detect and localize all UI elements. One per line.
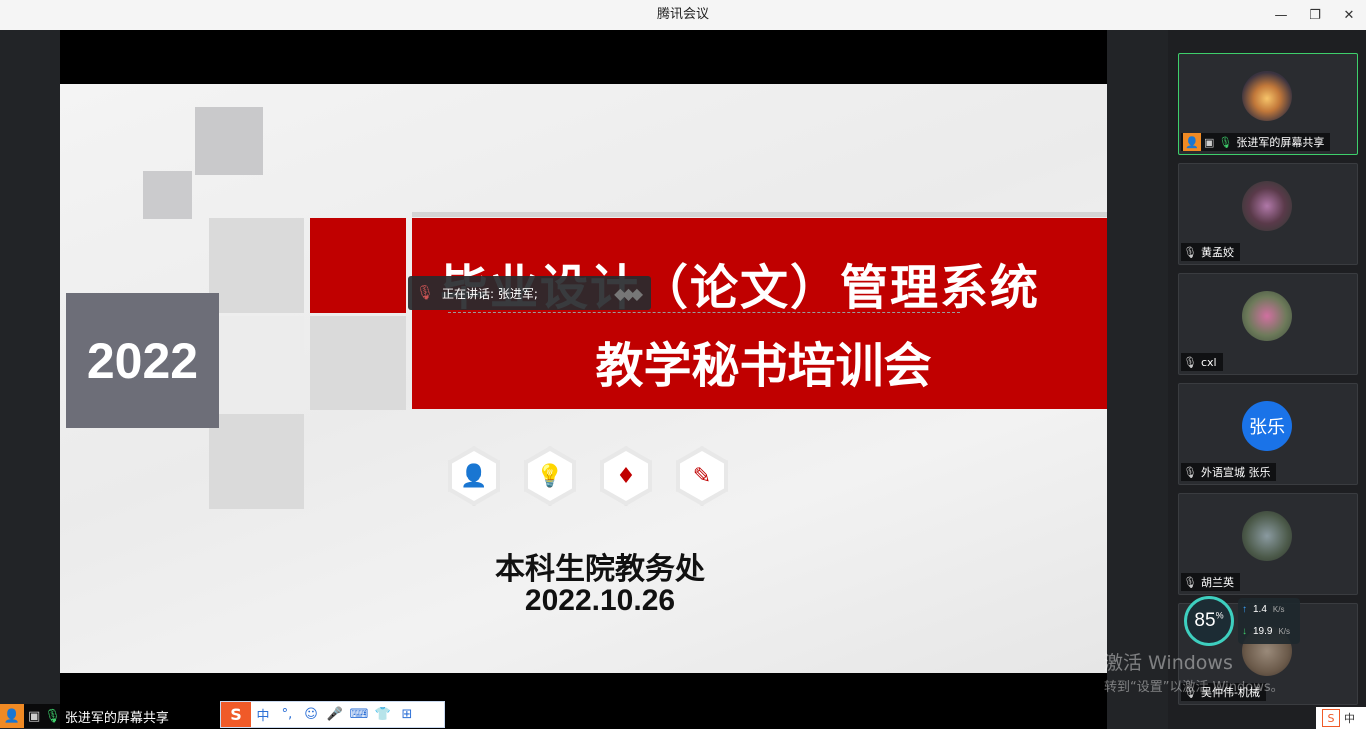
- participant-label: 🎙 外语宣城 张乐: [1181, 463, 1277, 481]
- host-icon: 👤: [0, 704, 24, 728]
- ime-keyboard-icon[interactable]: ⌨: [347, 707, 371, 722]
- participant-label: 🎙 cxl: [1181, 353, 1223, 371]
- participant-tile[interactable]: 🎙 cxl: [1178, 273, 1358, 375]
- mic-muted-icon: 🎙: [416, 285, 434, 301]
- avatar: 张乐: [1242, 401, 1292, 451]
- participant-name: 黄孟姣: [1200, 246, 1234, 259]
- decor-square: [209, 218, 304, 313]
- window-controls: — ❐ ✕: [1264, 0, 1366, 30]
- mic-icon: 🎙: [44, 708, 61, 724]
- ime-tray-logo-icon[interactable]: S: [1322, 709, 1340, 727]
- ime-punctuation[interactable]: °,: [275, 707, 299, 722]
- decor-square: [209, 316, 304, 410]
- ime-tray-mode[interactable]: 中: [1344, 710, 1355, 726]
- ime-tray[interactable]: S 中: [1316, 707, 1366, 729]
- title-band: 毕业设计（论文）管理系统 教学秘书培训会: [412, 212, 1107, 409]
- activation-watermark-title: 激活 Windows: [1104, 652, 1233, 674]
- mic-muted-icon: 🎙: [1183, 355, 1197, 369]
- mic-muted-icon: 🎙: [1183, 245, 1197, 259]
- participant-tile[interactable]: 👤 ▣ 🎙 张进军的屏幕共享: [1178, 53, 1358, 155]
- download-speed: 19.9: [1253, 625, 1273, 637]
- screen-share-icon: ▣: [28, 708, 41, 724]
- mic-icon: 🎙: [1218, 135, 1233, 149]
- slide-year: 2022: [86, 332, 199, 389]
- mic-muted-icon: 🎙: [1183, 575, 1197, 589]
- speaker-wave-icon: ◆◆◆: [614, 283, 643, 303]
- avatar: [1242, 511, 1292, 561]
- ime-toolbox-icon[interactable]: ⊞: [395, 707, 419, 722]
- avatar: [1242, 71, 1292, 121]
- participant-name: 外语宣城 张乐: [1200, 466, 1271, 479]
- minimize-button[interactable]: —: [1264, 0, 1298, 30]
- ime-emoji-icon[interactable]: ☺: [299, 707, 323, 722]
- slide-date: 2022.10.26: [524, 584, 676, 617]
- restore-button[interactable]: ❐: [1298, 0, 1332, 30]
- participant-label: 👤 ▣ 🎙 张进军的屏幕共享: [1181, 133, 1331, 151]
- ime-logo-icon[interactable]: S: [221, 702, 251, 727]
- participant-name: 张进军的屏幕共享: [1236, 136, 1325, 149]
- avatar-initials: 张乐: [1249, 417, 1285, 438]
- ime-skin-icon[interactable]: 👕: [371, 707, 395, 722]
- lightbulb-icon: 💡: [524, 446, 576, 506]
- year-box: 2022: [66, 293, 219, 428]
- decor-square: [209, 414, 304, 509]
- upload-speed: 1.4: [1253, 603, 1267, 615]
- participant-label: 🎙 胡兰英: [1181, 573, 1240, 591]
- participant-name: cxl: [1200, 355, 1217, 369]
- mic-muted-icon: 🎙: [1183, 465, 1197, 479]
- network-widget[interactable]: 85% ↑ 1.4 K/s ↓ 19.9 K/s: [1184, 596, 1304, 648]
- avatar: [1242, 291, 1292, 341]
- participant-tile[interactable]: 张乐 🎙 外语宣城 张乐: [1178, 383, 1358, 485]
- pen-icon: ✎: [676, 446, 728, 506]
- divider: [448, 312, 960, 313]
- avatar: [1242, 181, 1292, 231]
- decor-square: [195, 107, 263, 175]
- decor-square: [310, 316, 406, 410]
- share-source-name: 张进军的屏幕共享: [64, 710, 169, 726]
- participant-name: 胡兰英: [1200, 576, 1234, 589]
- screen-share-icon: ▣: [1204, 135, 1215, 149]
- ime-chinese-mode[interactable]: 中: [251, 705, 275, 724]
- participant-tile[interactable]: 🎙 黄孟姣: [1178, 163, 1358, 265]
- title-bar: 腾讯会议 — ❐ ✕: [0, 0, 1366, 30]
- slide-department: 本科生院教务处: [495, 552, 705, 587]
- download-arrow-icon: ↓: [1242, 625, 1247, 637]
- person-icon: 👤: [448, 446, 500, 506]
- decor-square-red: [310, 218, 406, 313]
- share-source-label: 👤 ▣ 🎙 张进军的屏幕共享: [0, 704, 179, 728]
- slide-icons: 👤 💡 ♦ ✎: [448, 446, 728, 506]
- shared-slide: 2022 毕业设计（论文）管理系统 教学秘书培训会 👤 💡 ♦ ✎ 本科生院教务…: [60, 84, 1107, 673]
- tie-icon: ♦: [600, 446, 652, 506]
- upload-arrow-icon: ↑: [1242, 603, 1247, 615]
- participant-tile[interactable]: 🎙 胡兰英: [1178, 493, 1358, 595]
- participant-label: 🎙 黄孟姣: [1181, 243, 1240, 261]
- activation-watermark-text: 转到“设置”以激活 Windows。: [1104, 680, 1284, 695]
- speaking-indicator: 🎙 正在讲话: 张进军; ◆◆◆: [408, 276, 651, 310]
- divider: [412, 212, 1107, 217]
- slide-subtitle: 教学秘书培训会: [595, 338, 932, 394]
- host-icon: 👤: [1183, 133, 1201, 151]
- ime-toolbar[interactable]: S 中 °, ☺ 🎤 ⌨ 👕 ⊞: [220, 701, 445, 728]
- close-button[interactable]: ✕: [1332, 0, 1366, 30]
- ime-voice-icon[interactable]: 🎤: [323, 707, 347, 722]
- decor-square: [143, 171, 192, 219]
- network-score: 85: [1194, 610, 1216, 631]
- window-title: 腾讯会议: [656, 7, 709, 22]
- network-speed-panel: ↑ 1.4 K/s ↓ 19.9 K/s: [1238, 598, 1300, 644]
- network-score-gauge: 85%: [1184, 596, 1234, 646]
- speaking-label: 正在讲话: 张进军;: [442, 286, 538, 301]
